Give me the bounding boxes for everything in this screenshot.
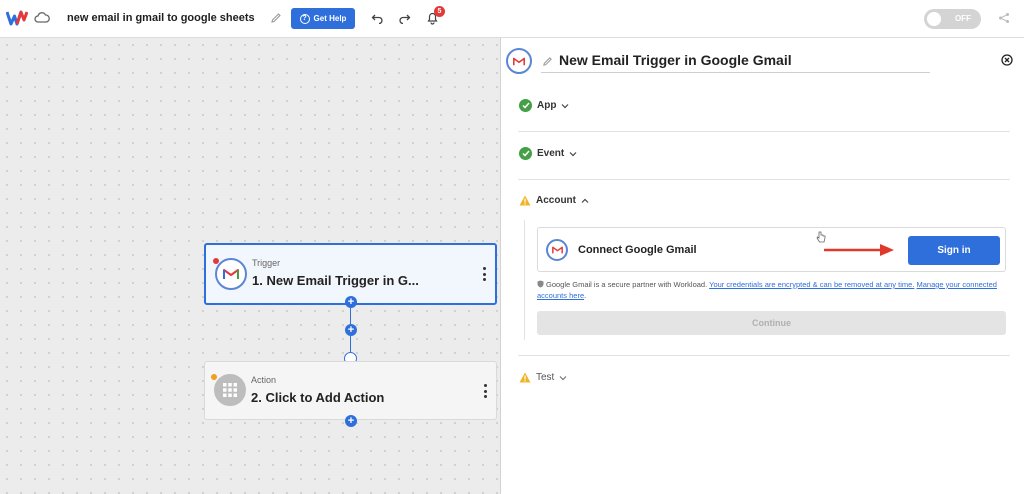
- section-event-label: Event: [537, 148, 565, 159]
- gmail-icon: [546, 239, 568, 261]
- divider: [518, 131, 1010, 132]
- section-app-label: App: [537, 100, 557, 111]
- cursor-icon: [816, 231, 826, 243]
- warning-icon: [519, 372, 531, 383]
- security-note-period: .: [584, 291, 587, 300]
- notification-badge: 5: [434, 6, 445, 17]
- check-icon: [519, 99, 532, 112]
- check-icon: [519, 147, 532, 160]
- insert-step-plus-icon[interactable]: +: [345, 324, 357, 336]
- trigger-menu-icon[interactable]: [482, 267, 486, 281]
- append-step-plus-icon[interactable]: +: [345, 415, 357, 427]
- section-guide-line: [524, 220, 525, 340]
- chevron-up-icon: [581, 198, 589, 203]
- action-status-dot: [211, 374, 217, 380]
- workflow-toggle[interactable]: OFF: [924, 9, 981, 29]
- section-account[interactable]: Account: [519, 195, 589, 206]
- grid-icon: [214, 374, 246, 406]
- section-event[interactable]: Event: [519, 147, 577, 160]
- continue-label: Continue: [752, 318, 791, 328]
- undo-icon[interactable]: [371, 12, 384, 24]
- workload-logo[interactable]: [6, 10, 28, 26]
- title-underline: [541, 72, 930, 73]
- shield-icon: [537, 280, 544, 288]
- security-note-text: Google Gmail is a secure partner with Wo…: [546, 280, 708, 289]
- connector-line: [350, 308, 351, 324]
- continue-button[interactable]: Continue: [537, 311, 1006, 335]
- pencil-icon[interactable]: [542, 56, 553, 67]
- divider: [518, 179, 1010, 180]
- section-test[interactable]: Test: [519, 372, 567, 383]
- chevron-down-icon: [569, 151, 577, 156]
- cloud-icon[interactable]: [34, 11, 50, 25]
- credentials-link[interactable]: Your credentials are encrypted & can be …: [709, 280, 914, 289]
- share-icon[interactable]: [998, 12, 1010, 24]
- connect-account-label: Connect Google Gmail: [578, 244, 697, 256]
- section-test-label: Test: [536, 372, 555, 383]
- section-app[interactable]: App: [519, 99, 569, 112]
- question-icon: ?: [299, 13, 310, 24]
- section-account-label: Account: [536, 195, 576, 206]
- warning-icon: [519, 195, 531, 206]
- redo-icon[interactable]: [398, 12, 411, 24]
- arrow-icon: [824, 244, 894, 256]
- action-node[interactable]: Action 2. Click to Add Action: [204, 361, 497, 420]
- workflow-title[interactable]: new email in gmail to google sheets: [67, 12, 255, 24]
- action-kind: Action: [251, 375, 277, 385]
- toggle-knob: [927, 12, 941, 26]
- get-help-label: Get Help: [313, 14, 347, 23]
- top-bar: new email in gmail to google sheets ? Ge…: [0, 0, 1024, 38]
- chevron-down-icon: [562, 103, 569, 108]
- chevron-down-icon: [559, 375, 567, 380]
- get-help-button[interactable]: ? Get Help: [291, 8, 355, 29]
- trigger-kind: Trigger: [252, 258, 281, 268]
- action-menu-icon[interactable]: [483, 384, 487, 398]
- close-icon[interactable]: [1001, 54, 1013, 66]
- trigger-name: 1. New Email Trigger in G...: [252, 273, 419, 288]
- add-step-plus-icon[interactable]: +: [345, 296, 357, 308]
- pencil-icon[interactable]: [270, 12, 282, 24]
- sign-in-label: Sign in: [937, 245, 971, 256]
- connector-line: [350, 336, 351, 352]
- gmail-icon: [215, 258, 247, 290]
- sign-in-button[interactable]: Sign in: [908, 236, 1000, 265]
- security-note: Google Gmail is a secure partner with Wo…: [537, 279, 1007, 301]
- step-config-panel: New Email Trigger in Google Gmail App Ev…: [500, 38, 1024, 494]
- workflow-canvas[interactable]: Trigger 1. New Email Trigger in G... + +…: [0, 38, 500, 494]
- action-name: 2. Click to Add Action: [251, 390, 385, 405]
- connect-account-box: Connect Google Gmail Sign in: [537, 227, 1006, 272]
- divider: [518, 355, 1010, 356]
- panel-title[interactable]: New Email Trigger in Google Gmail: [559, 52, 792, 68]
- gmail-icon: [506, 48, 532, 74]
- toggle-label: OFF: [955, 14, 971, 23]
